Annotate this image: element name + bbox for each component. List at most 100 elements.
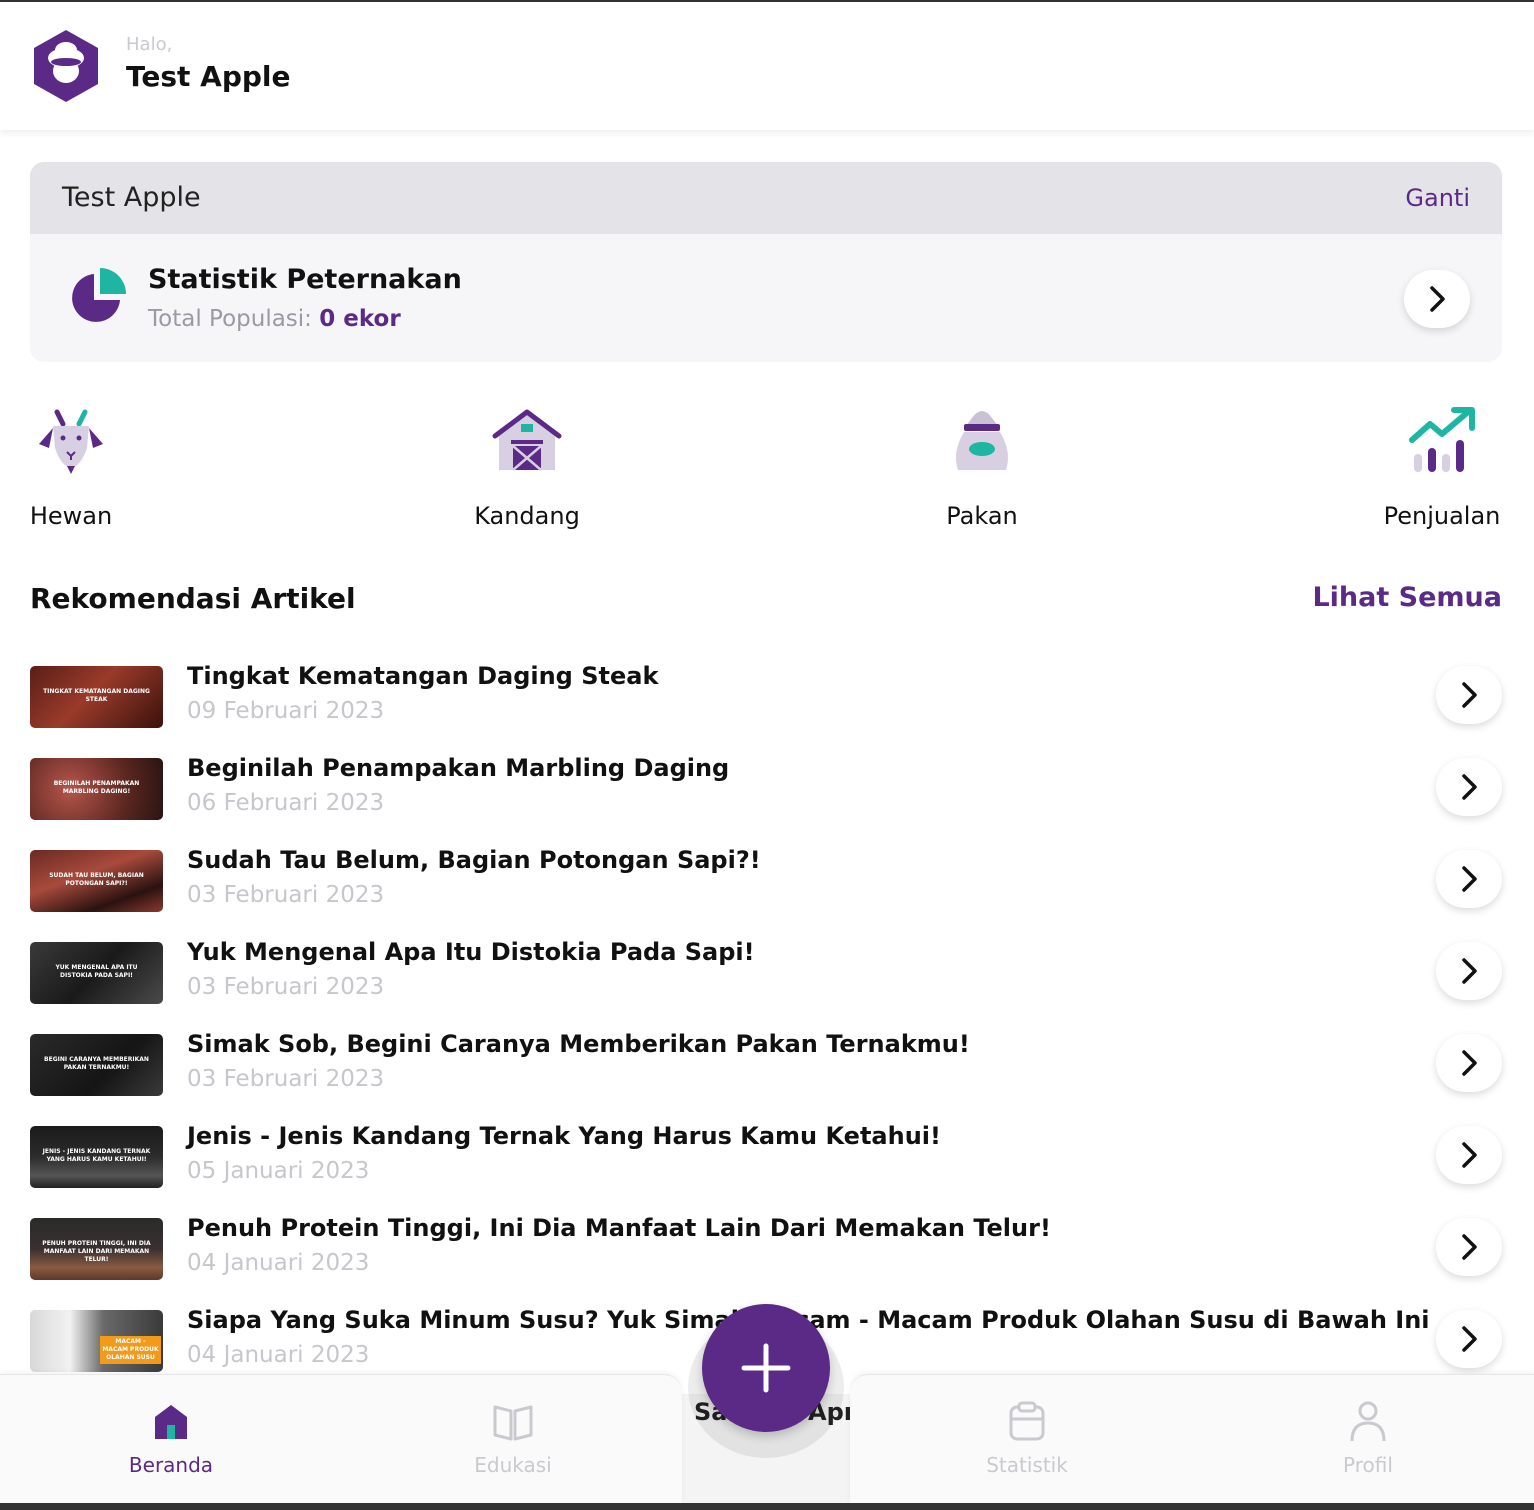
open-article-button[interactable]	[1436, 758, 1502, 816]
farm-stats-title: Statistik Peternakan	[148, 264, 462, 295]
chevron-right-icon	[1462, 1234, 1477, 1260]
menu-label: Hewan	[29, 502, 113, 530]
thumbnail-caption: YUK MENGENAL APA ITU DISTOKIA PADA SAPI!	[55, 964, 138, 979]
farm-card: Test Apple Ganti Statistik Peternakan To…	[30, 162, 1502, 362]
article-item[interactable]: TINGKAT KEMATANGAN DAGING STEAK Tingkat …	[30, 662, 1502, 732]
menu-label: Kandang	[474, 502, 580, 530]
chevron-right-icon	[1462, 682, 1477, 708]
nav-label: Edukasi	[474, 1453, 552, 1477]
article-date: 06 Februari 2023	[187, 790, 385, 816]
article-date: 04 Januari 2023	[187, 1342, 370, 1368]
menu-label: Pakan	[946, 502, 1018, 530]
open-article-button[interactable]	[1436, 1218, 1502, 1276]
open-article-button[interactable]	[1436, 1126, 1502, 1184]
open-article-button[interactable]	[1436, 1310, 1502, 1368]
total-population: Total Populasi: 0 ekor	[148, 306, 401, 332]
open-article-button[interactable]	[1436, 1034, 1502, 1092]
article-item[interactable]: YUK MENGENAL APA ITU DISTOKIA PADA SAPI!…	[30, 938, 1502, 1008]
chevron-right-icon	[1430, 286, 1445, 312]
barn-icon	[492, 409, 562, 471]
article-item[interactable]: JENIS - JENIS KANDANG TERNAK YANG HARUS …	[30, 1122, 1502, 1192]
see-all-articles-link[interactable]: Lihat Semua	[1312, 582, 1502, 613]
farm-card-header: Test Apple Ganti	[30, 162, 1502, 234]
nav-right-panel: Statistik Profil	[850, 1374, 1534, 1504]
nav-label: Statistik	[986, 1453, 1068, 1477]
goat-icon	[39, 409, 103, 474]
nav-label: Beranda	[128, 1453, 214, 1477]
greeting-text: Halo,	[126, 34, 173, 55]
articles-section-title: Rekomendasi Artikel	[30, 582, 356, 615]
article-date: 04 Januari 2023	[187, 1250, 370, 1276]
article-item[interactable]: SUDAH TAU BELUM, BAGIAN POTONGAN SAPI?! …	[30, 846, 1502, 916]
article-title: Beginilah Penampakan Marbling Daging	[187, 754, 730, 782]
population-value: 0 ekor	[319, 306, 401, 332]
thumbnail-caption: TINGKAT KEMATANGAN DAGING STEAK	[43, 688, 150, 703]
article-title: Yuk Mengenal Apa Itu Distokia Pada Sapi!	[187, 938, 755, 966]
menu-kandang[interactable]: Kandang	[472, 404, 582, 534]
article-date: 03 Februari 2023	[187, 1066, 385, 1092]
pie-chart-icon	[72, 268, 126, 322]
chevron-right-icon	[1462, 1050, 1477, 1076]
open-article-button[interactable]	[1436, 850, 1502, 908]
window-bottom-border	[0, 1503, 1534, 1510]
nav-edukasi[interactable]: Edukasi	[433, 1399, 593, 1477]
article-thumbnail: PENUH PROTEIN TINGGI, INI DIA MANFAAT LA…	[30, 1218, 163, 1280]
feed-sack-icon	[956, 411, 1008, 470]
clipboard-icon	[1009, 1401, 1045, 1441]
user-name: Test Apple	[126, 60, 291, 93]
add-button[interactable]	[702, 1304, 830, 1432]
thumbnail-caption: BEGINI CARANYA MEMBERIKAN PAKAN TERNAKMU…	[44, 1056, 149, 1071]
thumbnail-caption: JENIS - JENIS KANDANG TERNAK YANG HARUS …	[42, 1148, 151, 1163]
book-icon	[493, 1405, 533, 1441]
article-title: Penuh Protein Tinggi, Ini Dia Manfaat La…	[187, 1214, 1051, 1242]
nav-beranda[interactable]: Beranda	[91, 1399, 251, 1477]
nav-label: Profil	[1343, 1453, 1393, 1477]
app-header: Halo, Test Apple	[0, 2, 1534, 130]
article-thumbnail: BEGINI CARANYA MEMBERIKAN PAKAN TERNAKMU…	[30, 1034, 163, 1096]
thumbnail-caption: PENUH PROTEIN TINGGI, INI DIA MANFAAT LA…	[42, 1240, 151, 1263]
home-icon	[155, 1405, 187, 1439]
article-item[interactable]: BEGINILAH PENAMPAKAN MARBLING DAGING! Be…	[30, 754, 1502, 824]
menu-pakan[interactable]: Pakan	[944, 404, 1020, 534]
article-title: Jenis - Jenis Kandang Ternak Yang Harus …	[187, 1122, 941, 1150]
app-logo-icon	[34, 30, 98, 102]
article-title: Sudah Tau Belum, Bagian Potongan Sapi?!	[187, 846, 761, 874]
article-date: 03 Februari 2023	[187, 882, 385, 908]
open-article-button[interactable]	[1436, 666, 1502, 724]
article-thumbnail: MACAM - MACAM PRODUK OLAHAN SUSU	[30, 1310, 163, 1372]
menu-penjualan[interactable]: Penjualan	[1382, 404, 1502, 534]
menu-hewan[interactable]: Hewan	[30, 404, 112, 534]
nav-statistik[interactable]: Statistik	[947, 1399, 1107, 1477]
nav-left-panel: Beranda Edukasi	[0, 1374, 682, 1504]
article-item[interactable]: BEGINI CARANYA MEMBERIKAN PAKAN TERNAKMU…	[30, 1030, 1502, 1100]
plus-icon	[741, 1343, 791, 1393]
thumbnail-caption: MACAM - MACAM PRODUK OLAHAN SUSU	[100, 1336, 161, 1364]
sales-chart-icon	[1409, 407, 1475, 472]
article-date: 09 Februari 2023	[187, 698, 385, 724]
article-thumbnail: YUK MENGENAL APA ITU DISTOKIA PADA SAPI!	[30, 942, 163, 1004]
thumbnail-caption: BEGINILAH PENAMPAKAN MARBLING DAGING!	[53, 780, 140, 795]
open-stats-button[interactable]	[1404, 270, 1470, 328]
chevron-right-icon	[1462, 1326, 1477, 1352]
nav-profil[interactable]: Profil	[1288, 1399, 1448, 1477]
open-article-button[interactable]	[1436, 942, 1502, 1000]
chevron-right-icon	[1462, 866, 1477, 892]
article-thumbnail: JENIS - JENIS KANDANG TERNAK YANG HARUS …	[30, 1126, 163, 1188]
article-thumbnail: TINGKAT KEMATANGAN DAGING STEAK	[30, 666, 163, 728]
menu-label: Penjualan	[1383, 502, 1501, 530]
article-item[interactable]: PENUH PROTEIN TINGGI, INI DIA MANFAAT LA…	[30, 1214, 1502, 1284]
article-title: Tingkat Kematangan Daging Steak	[187, 662, 659, 690]
chevron-right-icon	[1462, 1142, 1477, 1168]
farm-name: Test Apple	[62, 182, 201, 213]
thumbnail-caption: SUDAH TAU BELUM, BAGIAN POTONGAN SAPI?!	[49, 872, 144, 887]
chevron-right-icon	[1462, 958, 1477, 984]
article-title: Simak Sob, Begini Caranya Memberikan Pak…	[187, 1030, 970, 1058]
change-farm-link[interactable]: Ganti	[1405, 184, 1470, 212]
user-icon	[1350, 1401, 1386, 1442]
population-label: Total Populasi:	[148, 306, 312, 332]
article-thumbnail: BEGINILAH PENAMPAKAN MARBLING DAGING!	[30, 758, 163, 820]
article-date: 05 Januari 2023	[187, 1158, 370, 1184]
chevron-right-icon	[1462, 774, 1477, 800]
article-date: 03 Februari 2023	[187, 974, 385, 1000]
article-thumbnail: SUDAH TAU BELUM, BAGIAN POTONGAN SAPI?!	[30, 850, 163, 912]
